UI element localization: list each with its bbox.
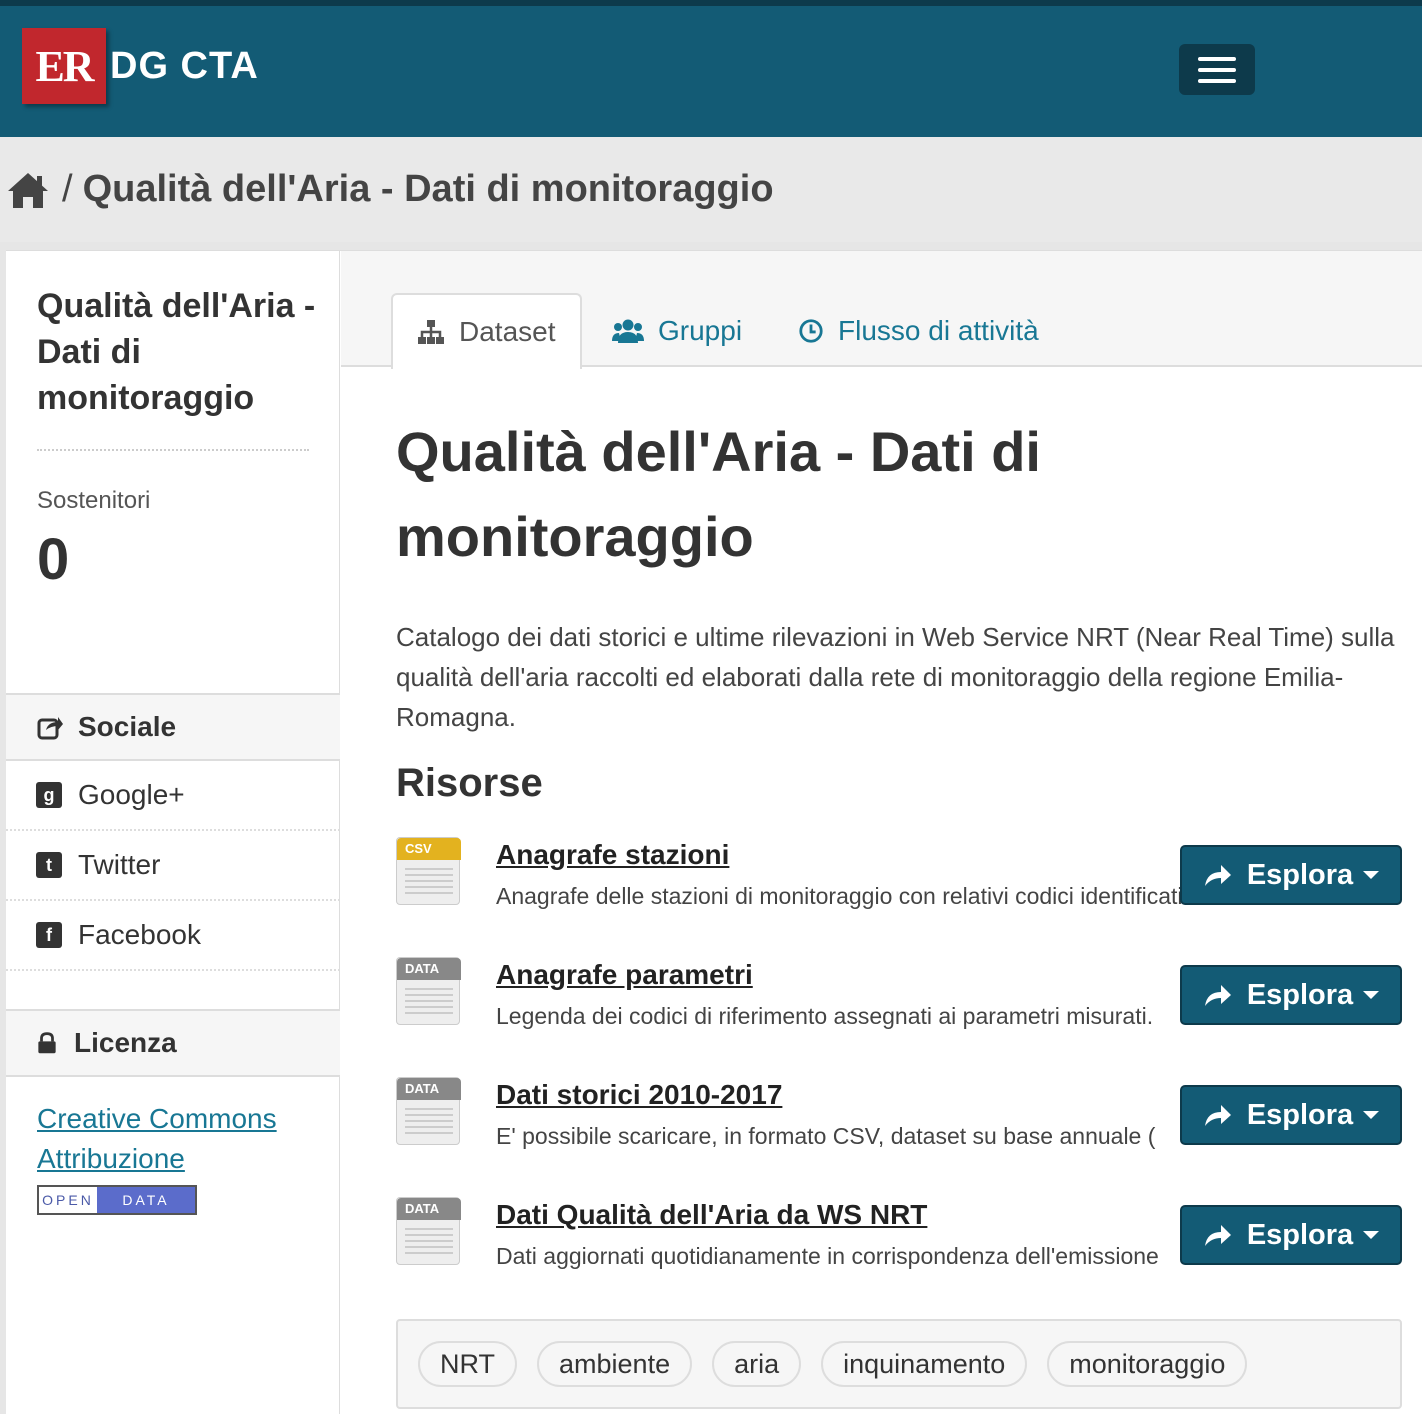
resource-description: Anagrafe delle stazioni di monitoraggio …: [496, 883, 1184, 909]
resource-description: E' possibile scaricare, in formato CSV, …: [496, 1123, 1156, 1149]
social-facebook[interactable]: f Facebook: [6, 901, 340, 971]
tab-label: Gruppi: [658, 315, 743, 346]
explore-button[interactable]: Esplora: [1180, 845, 1402, 905]
breadcrumb-separator: /: [62, 168, 73, 210]
sitemap-icon: [418, 320, 444, 344]
home-icon[interactable]: [6, 170, 50, 210]
breadcrumb-current[interactable]: Qualità dell'Aria - Dati di monitoraggio: [83, 168, 774, 211]
menu-toggle-button[interactable]: [1179, 44, 1255, 95]
facebook-icon: f: [36, 922, 62, 948]
explore-button[interactable]: Esplora: [1180, 965, 1402, 1025]
resource-title-link[interactable]: Anagrafe parametri: [496, 959, 753, 991]
tag-ambiente[interactable]: ambiente: [537, 1341, 693, 1387]
caret-down-icon: [1363, 991, 1380, 999]
tab-activity-stream[interactable]: Flusso di attività: [798, 293, 1039, 369]
format-label: DATA: [397, 1198, 461, 1220]
tag-monitoraggio[interactable]: monitoraggio: [1047, 1341, 1248, 1387]
data-file-icon: DATA: [396, 1077, 461, 1145]
resource-item: DATA Dati Qualità dell'Aria da WS NRT Da…: [396, 1197, 1402, 1287]
site-logo[interactable]: ER DG CTA: [22, 28, 259, 104]
resource-item: CSV Anagrafe stazioni Anagrafe delle sta…: [396, 837, 1402, 927]
clock-icon: [799, 319, 823, 343]
caret-down-icon: [1363, 1111, 1380, 1119]
tab-groups[interactable]: Gruppi: [612, 293, 742, 369]
open-data-badge-left: OPEN: [39, 1187, 97, 1213]
resource-item: DATA Dati storici 2010-2017 E' possibile…: [396, 1077, 1402, 1167]
social-google-plus[interactable]: g Google+: [6, 761, 340, 831]
explore-label: Esplora: [1246, 1098, 1354, 1131]
license-link[interactable]: Creative Commons Attribuzione: [37, 1099, 327, 1179]
social-heading-label: Sociale: [78, 711, 177, 742]
dataset-description: Catalogo dei dati storici e ultime rilev…: [396, 622, 1395, 732]
caret-down-icon: [1363, 1231, 1380, 1239]
tabs-bar: Dataset Gruppi Flusso di attività: [341, 251, 1422, 369]
explore-button[interactable]: Esplora: [1180, 1205, 1402, 1265]
share-square-icon: [37, 717, 63, 740]
sidebar: Qualità dell'Aria - Dati di monitoraggio…: [6, 251, 340, 1414]
followers-count: 0: [37, 527, 70, 592]
main-content: Dataset Gruppi Flusso di attività Qualit…: [341, 251, 1422, 1414]
social-heading: Sociale: [6, 693, 340, 761]
social-label: Facebook: [78, 919, 201, 950]
format-label: DATA: [397, 1078, 461, 1100]
share-icon: [1204, 985, 1231, 1006]
format-label: CSV: [397, 838, 461, 860]
lock-icon: [38, 1032, 56, 1054]
resources-heading: Risorse: [396, 761, 543, 805]
resource-description: Dati aggiornati quotidianamente in corri…: [496, 1243, 1159, 1269]
social-label: Twitter: [78, 849, 161, 880]
site-name: DG CTA: [110, 44, 259, 87]
sidebar-dataset-title: Qualità dell'Aria - Dati di monitoraggio: [37, 287, 316, 417]
open-data-badge-right: DATA: [97, 1187, 195, 1213]
tab-dataset[interactable]: Dataset: [391, 293, 582, 369]
hamburger-icon: [1198, 56, 1236, 61]
data-file-icon: DATA: [396, 957, 461, 1025]
explore-button[interactable]: Esplora: [1180, 1085, 1402, 1145]
breadcrumb: / Qualità dell'Aria - Dati di monitoragg…: [0, 137, 1422, 242]
caret-down-icon: [1363, 871, 1380, 879]
resource-title-link[interactable]: Anagrafe stazioni: [496, 839, 729, 871]
format-label: DATA: [397, 958, 461, 980]
license-heading-label: Licenza: [74, 1027, 177, 1058]
main-wrapper: Qualità dell'Aria - Dati di monitoraggio…: [6, 250, 1422, 1414]
social-label: Google+: [78, 779, 185, 810]
page-title: Qualità dell'Aria - Dati di monitoraggio: [396, 420, 1041, 568]
tag-aria[interactable]: aria: [712, 1341, 802, 1387]
resource-description: Legenda dei codici di riferimento assegn…: [496, 1003, 1154, 1029]
explore-label: Esplora: [1246, 858, 1354, 891]
data-file-icon: DATA: [396, 1197, 461, 1265]
social-twitter[interactable]: t Twitter: [6, 831, 340, 901]
resource-title-link[interactable]: Dati Qualità dell'Aria da WS NRT: [496, 1199, 927, 1231]
explore-label: Esplora: [1246, 1218, 1354, 1251]
divider: [37, 449, 309, 451]
resource-item: DATA Anagrafe parametri Legenda dei codi…: [396, 957, 1402, 1047]
users-icon: [612, 319, 644, 343]
followers-label: Sostenitori: [37, 487, 151, 514]
twitter-icon: t: [36, 852, 62, 878]
tag-nrt[interactable]: NRT: [418, 1341, 518, 1387]
resource-title-link[interactable]: Dati storici 2010-2017: [496, 1079, 782, 1111]
site-header: ER DG CTA: [0, 0, 1422, 137]
license-heading: Licenza: [6, 1009, 340, 1077]
explore-label: Esplora: [1246, 978, 1354, 1011]
share-icon: [1204, 1105, 1231, 1126]
logo-mark: ER: [22, 28, 106, 104]
open-data-badge[interactable]: OPEN DATA: [37, 1185, 197, 1215]
share-icon: [1204, 865, 1231, 886]
tab-label: Flusso di attività: [838, 315, 1039, 346]
tag-inquinamento[interactable]: inquinamento: [821, 1341, 1028, 1387]
share-icon: [1204, 1225, 1231, 1246]
tab-label: Dataset: [459, 316, 556, 347]
tag-list: NRT ambiente aria inquinamento monitorag…: [396, 1319, 1402, 1409]
google-plus-icon: g: [36, 782, 62, 808]
csv-file-icon: CSV: [396, 837, 461, 905]
